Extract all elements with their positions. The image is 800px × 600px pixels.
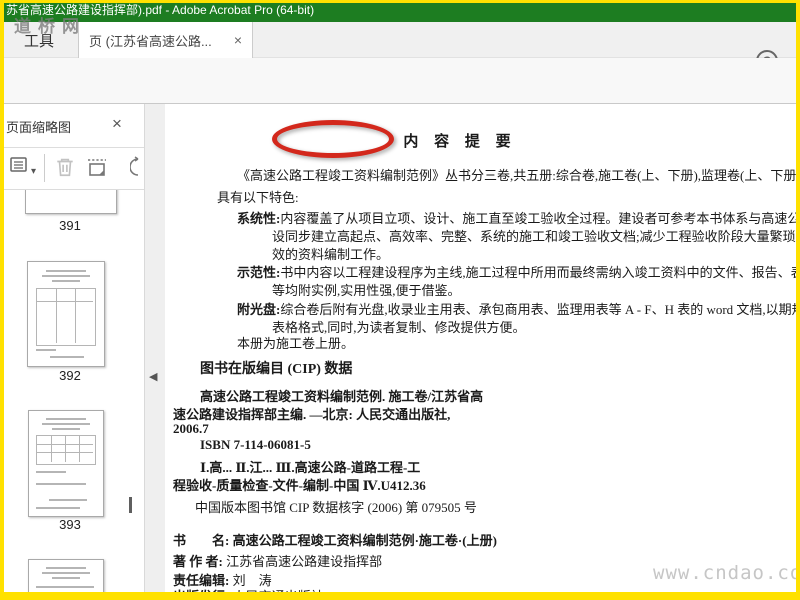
main-toolbar: ☆ ↑ ↓ (0, 58, 800, 158)
cip-record: 中国版本图书馆 CIP 数据核字 (2006) 第 079505 号 (195, 500, 477, 515)
crop-pages-icon[interactable] (86, 156, 110, 178)
doc-line: 效的资料编制工作。 (272, 247, 390, 262)
panel-header: 页面缩略图 × (4, 104, 144, 148)
thumbnail-sketch (65, 436, 66, 462)
tab-bar: 工具 页 (江苏省高速公路... × ? (0, 22, 800, 72)
thumbnail-page-393[interactable] (28, 410, 104, 517)
panel-toolbar: ▾ (4, 148, 144, 190)
cip-line: Ⅰ.高... Ⅱ.江... Ⅲ.高速公路-道路工程-工 (200, 460, 421, 475)
thumbnail-sketch (36, 435, 96, 465)
doc-line: 附光盘:综合卷后附有光盘,收录业主用表、承包商用表、监理用表等 A - F、H … (237, 302, 797, 317)
collapse-panel-icon[interactable]: ◀ (149, 370, 157, 383)
thumbnail-page-392[interactable] (27, 261, 105, 367)
frame-border (0, 0, 800, 3)
trash-glyph (57, 158, 73, 177)
doc-line: 示范性:书中内容以工程建设程序为主线,施工过程中所用而最终需纳入竣工资料中的文件… (237, 265, 797, 280)
thumbnail-label-392: 392 (59, 368, 81, 383)
site-watermark-bottomright: www.cndao.com (653, 562, 797, 584)
thumbnail-sketch (36, 483, 86, 485)
red-circle-annotation (272, 120, 394, 158)
doc-line: 《高速公路工程竣工资料编制范例》丛书分三卷,共五册:综合卷,施工卷(上、下册),… (237, 168, 797, 183)
thumbnail-sketch (42, 572, 90, 574)
thumbnail-sketch (42, 275, 90, 277)
thumbnail-label-393: 393 (59, 517, 81, 532)
thumbnail-list: 391 392 393 (4, 190, 144, 592)
tab-document-label: 页 (江苏省高速公路... (89, 33, 212, 49)
delete-pages-icon[interactable] (54, 156, 76, 178)
thumbnail-sketch (36, 471, 66, 473)
thumbnail-sketch (51, 436, 52, 462)
acrobat-window: 苏省高速公路建设指挥部).pdf - Adobe Acrobat Pro (64… (0, 0, 800, 600)
colophon-row: 书 名: 高速公路工程竣工资料编制范例·施工卷·(上册) (173, 533, 497, 548)
doc-line: 等均附实例,实用性强,便于借鉴。 (272, 283, 461, 298)
thumbnail-sketch (36, 349, 56, 351)
thumbnail-sketch (46, 567, 86, 569)
tab-document[interactable]: 页 (江苏省高速公路... × (78, 22, 253, 58)
thumbnail-label-391: 391 (59, 218, 81, 233)
doc-line: 具有以下特色: (217, 190, 299, 205)
cip-line: 高速公路工程竣工资料编制范例. 施工卷/江苏省高 (200, 389, 484, 404)
frame-border (796, 0, 800, 600)
frame-border (0, 0, 4, 600)
thumbnail-sketch (50, 356, 84, 358)
thumbnail-sketch (36, 586, 94, 588)
panel-scrollbar[interactable] (129, 497, 132, 513)
cip-heading: 图书在版编目 (CIP) 数据 (200, 362, 353, 377)
thumbnail-sketch (49, 499, 87, 501)
tab-close-icon[interactable]: × (234, 33, 242, 47)
thumbnail-sketch (52, 577, 80, 579)
thumbnail-sketch (52, 280, 80, 282)
doc-line: 系统性:内容覆盖了从项目立项、设计、施工直至竣工验收全过程。建设者可参考本书体系… (237, 211, 797, 226)
colophon-row: 著 作 者: 江苏省高速公路建设指挥部 (173, 554, 383, 569)
panel-close-icon[interactable]: × (112, 114, 122, 134)
panel-title: 页面缩略图 (6, 120, 72, 135)
crop-glyph (88, 159, 106, 176)
cip-line: ISBN 7-114-06081-5 (200, 437, 311, 452)
thumbnail-sketch (75, 289, 76, 343)
thumbnail-sketch (36, 507, 80, 509)
thumbnail-sketch (42, 423, 90, 425)
tab-tools-label: 工具 (23, 32, 54, 50)
cip-line: 速公路建设指挥部主编. —北京: 人民交通出版社, (173, 407, 451, 422)
thumbnail-sketch (56, 289, 57, 343)
doc-line: 本册为施工卷上册。 (237, 336, 355, 351)
window-title: 苏省高速公路建设指挥部).pdf - Adobe Acrobat Pro (64… (6, 3, 315, 17)
thumbnail-sketch (46, 270, 86, 272)
thumbnail-options-caret-icon[interactable]: ▾ (31, 161, 36, 179)
document-viewport[interactable]: 内 容 提 要 《高速公路工程竣工资料编制范例》丛书分三卷,共五册:综合卷,施工… (165, 104, 797, 592)
thumbnail-page-391[interactable] (25, 190, 117, 214)
frame-border (0, 592, 800, 600)
thumbnail-sketch (46, 418, 86, 420)
thumbnail-sketch (52, 428, 80, 430)
thumbnail-sketch (79, 436, 80, 462)
thumbnail-page-394[interactable] (28, 559, 104, 592)
thumbnail-sketch (37, 301, 93, 302)
rotate-glyph (130, 156, 139, 176)
window-titlebar: 苏省高速公路建设指挥部).pdf - Adobe Acrobat Pro (64… (0, 0, 800, 22)
caret-down-glyph: ▾ (31, 166, 37, 177)
thumbnail-options-icon[interactable] (10, 156, 30, 174)
panel-toolbar-separator (44, 154, 45, 182)
cip-line: 程验收-质量检查-文件-编制-中国 Ⅳ.U412.36 (173, 478, 426, 493)
tab-tools[interactable]: 工具 (8, 22, 70, 58)
doc-line: 设同步建立高起点、高效率、完整、系统的施工和竣工验收文档;减少工程验收阶段大量繁… (272, 229, 797, 244)
rotate-pages-icon[interactable] (130, 156, 144, 178)
page-thumbnails-panel: 页面缩略图 × ▾ 391 392 393 (4, 104, 145, 592)
thumbnail-sketch (36, 288, 96, 346)
panel-splitter[interactable]: ◀ (145, 104, 165, 592)
cip-line: 2006.7 (173, 421, 209, 436)
list-options-glyph (10, 157, 27, 172)
